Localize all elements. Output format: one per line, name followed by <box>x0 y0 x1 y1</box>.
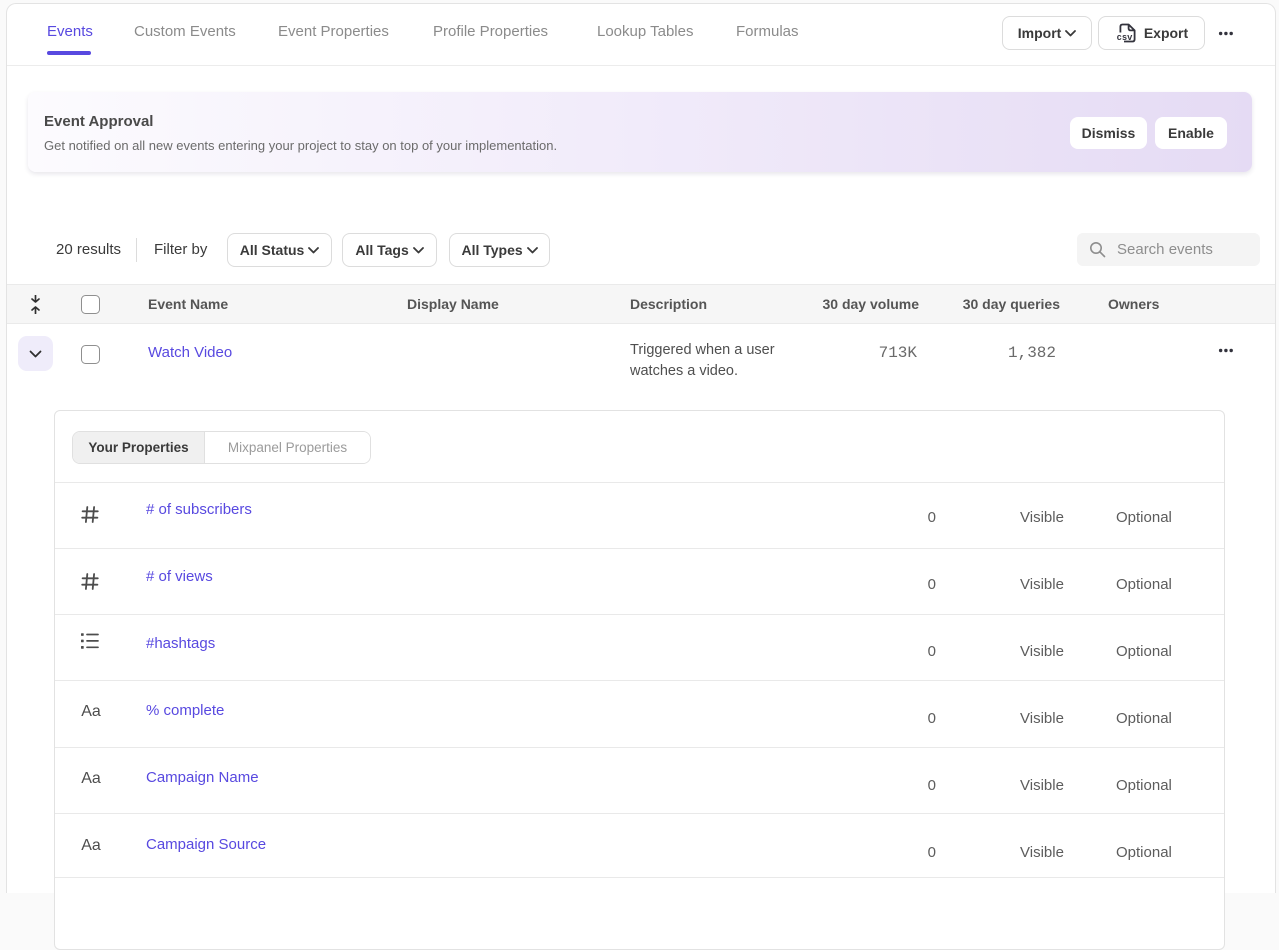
svg-text:csv: csv <box>1116 33 1133 43</box>
